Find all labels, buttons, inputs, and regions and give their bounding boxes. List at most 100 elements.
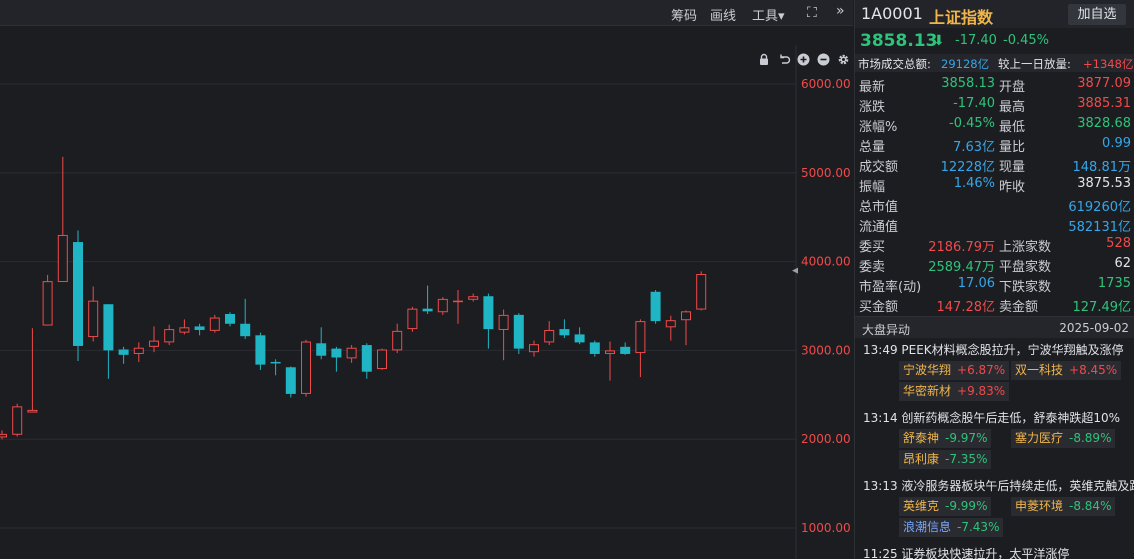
- candle-body: [27, 409, 38, 413]
- stock-tag-change: -8.89%: [1069, 431, 1112, 445]
- stock-tag-row: 华密新材 +9.83%: [855, 381, 1134, 402]
- stat-row: 总市值 619260亿: [855, 194, 1134, 215]
- candlestick-chart[interactable]: 6000.00 5000.00 4000.00 3000.00 2000.00 1000.…: [0, 45, 853, 559]
- stock-tag[interactable]: 双一科技 +8.45%: [1011, 361, 1122, 380]
- fullscreen-icon[interactable]: ⛶: [807, 5, 817, 21]
- stat-value: 17.06: [957, 276, 995, 291]
- stat-value: 3875.53: [1077, 176, 1131, 191]
- stat-row: 涨跌 -17.40 最高 3885.31: [855, 94, 1134, 115]
- y-tick-label: 6000.00: [801, 77, 851, 91]
- news-item[interactable]: 11:25 证券板块快速拉升，太平洋涨停: [855, 544, 1134, 559]
- stock-tag[interactable]: 舒泰神 -9.97%: [899, 429, 992, 448]
- stock-tag-change: -9.99%: [945, 499, 988, 513]
- y-tick-label: 3000.00: [801, 343, 851, 357]
- stat-row: 总量 7.63亿 量比 0.99: [855, 134, 1134, 155]
- stock-tag[interactable]: 英维克 -9.99%: [899, 497, 992, 516]
- stock-tag[interactable]: 申菱环境 -8.84%: [1011, 497, 1116, 516]
- stat-row: 流通值 582131亿: [855, 214, 1134, 235]
- stock-tag-change: +6.87%: [957, 363, 1006, 377]
- candle-body: [12, 406, 23, 435]
- stock-tag-change: -8.84%: [1069, 499, 1112, 513]
- stock-tag-name: 昂利康: [903, 452, 940, 466]
- candle-body: [103, 304, 114, 351]
- news-item[interactable]: 13:14 创新药概念股午后走低，舒泰神跌超10% 舒泰神 -9.97% 塞力医疗 -8…: [855, 408, 1134, 470]
- stat-value: 619260亿: [1068, 200, 1131, 215]
- stat-label: 平盘家数: [999, 260, 1052, 275]
- collapse-panel-icon[interactable]: »: [836, 3, 845, 19]
- stock-tag-row: 宁波华翔 +6.87% 双一科技 +8.45%: [855, 360, 1134, 381]
- news-text[interactable]: 11:25 证券板块快速拉升，太平洋涨停: [855, 544, 1134, 559]
- stat-label: 买金额: [859, 300, 899, 315]
- candle-body: [377, 349, 387, 370]
- candle-body: [589, 342, 600, 354]
- stat-label: 开盘: [999, 80, 1026, 95]
- add-to-watchlist-button[interactable]: 加自选: [1068, 4, 1126, 25]
- candle-body: [665, 320, 676, 328]
- price-change-percent: -0.45%: [1003, 33, 1049, 48]
- candle-body: [225, 313, 235, 324]
- news-date: 2025-09-02: [1059, 321, 1129, 335]
- stat-value: 3877.09: [1077, 76, 1131, 91]
- candle-body: [361, 345, 372, 372]
- draw-line-button[interactable]: 画线: [710, 5, 736, 24]
- stat-value: 2589.47万: [928, 260, 995, 275]
- news-text[interactable]: 13:14 创新药概念股午后走低，舒泰神跌超10%: [855, 408, 1134, 428]
- stat-label: 涨跌: [859, 100, 886, 115]
- price-marker: [792, 267, 798, 274]
- quote-stats-table: 最新 3858.13 开盘 3877.09 涨跌 -17.40 最高 3885.31 涨幅% -0…: [855, 74, 1134, 315]
- stock-tag[interactable]: 昂利康 -7.35%: [899, 450, 992, 469]
- stock-tag-name: 英维克: [903, 499, 940, 513]
- news-text[interactable]: 13:49 PEEK材料概念股拉升，宁波华翔触及涨停: [855, 340, 1134, 360]
- stock-tag[interactable]: 宁波华翔 +6.87%: [899, 361, 1010, 380]
- y-tick-label: 2000.00: [801, 432, 851, 446]
- stat-value: 3828.68: [1077, 116, 1131, 131]
- turnover-label: 市场成交总额:: [858, 57, 931, 71]
- candle-body: [468, 296, 479, 300]
- stock-tag[interactable]: 华密新材 +9.83%: [899, 382, 1010, 401]
- stock-tag[interactable]: 浪潮信息 -7.43%: [899, 518, 1004, 537]
- candle-body: [133, 347, 144, 354]
- last-price: 3858.13: [860, 31, 938, 51]
- stat-row: 买金额 147.28亿 卖金额 127.49亿: [855, 294, 1134, 315]
- stock-tag-change: +9.83%: [957, 384, 1006, 398]
- candle-body: [422, 308, 433, 312]
- candle-body: [73, 242, 83, 346]
- stat-label: 昨收: [999, 180, 1026, 195]
- tools-dropdown-button[interactable]: 工具▾: [752, 5, 785, 24]
- stat-row: 成交额 12228亿 现量 148.81万: [855, 154, 1134, 175]
- candle-body: [574, 334, 585, 343]
- candle-body: [605, 350, 615, 354]
- candle-body: [149, 340, 159, 347]
- stat-value: 62: [1114, 256, 1131, 271]
- stock-code: 1A0001: [861, 4, 923, 23]
- candle-body: [437, 298, 448, 313]
- news-item[interactable]: 13:13 液冷服务器板块午后持续走低，英维克触及跌 英维克 -9.99% 申菱环境 -…: [855, 476, 1134, 538]
- candle-body: [88, 300, 99, 338]
- volume-change-value: +1348亿: [1083, 57, 1134, 71]
- turnover-line: 市场成交总额: 29128亿 较上一日放量: +1348亿: [855, 54, 1134, 72]
- stock-tag-name: 申菱环境: [1015, 499, 1064, 513]
- stock-tag-change: -7.35%: [945, 452, 988, 466]
- stock-name: 上证指数: [929, 8, 994, 27]
- candle-body: [209, 317, 220, 331]
- stat-label: 流通值: [859, 220, 899, 235]
- news-item[interactable]: 13:49 PEEK材料概念股拉升，宁波华翔触及涨停 宁波华翔 +6.87% 双一科技…: [855, 340, 1134, 402]
- stat-label: 成交额: [859, 160, 899, 175]
- news-title: 大盘异动: [862, 323, 911, 337]
- candle-body: [453, 300, 463, 303]
- candle-body: [0, 433, 7, 438]
- stock-tag[interactable]: 塞力医疗 -8.89%: [1011, 429, 1116, 448]
- news-text[interactable]: 13:13 液冷服务器板块午后持续走低，英维克触及跌: [855, 476, 1134, 496]
- stock-tag-name: 舒泰神: [903, 431, 940, 445]
- stock-tag-change: +8.45%: [1069, 363, 1118, 377]
- chips-button[interactable]: 筹码: [671, 5, 697, 24]
- stat-value: 127.49亿: [1072, 300, 1132, 315]
- candle-body: [407, 308, 418, 330]
- stat-row: 振幅 1.46% 昨收 3875.53: [855, 174, 1134, 195]
- stat-value: -0.45%: [949, 116, 995, 131]
- chart-toolbar: 筹码 画线 工具▾ ⛶ »: [0, 0, 853, 26]
- candle-body: [681, 311, 691, 321]
- candle-body: [194, 326, 205, 330]
- candle-body: [57, 234, 68, 283]
- candle-body: [513, 314, 524, 349]
